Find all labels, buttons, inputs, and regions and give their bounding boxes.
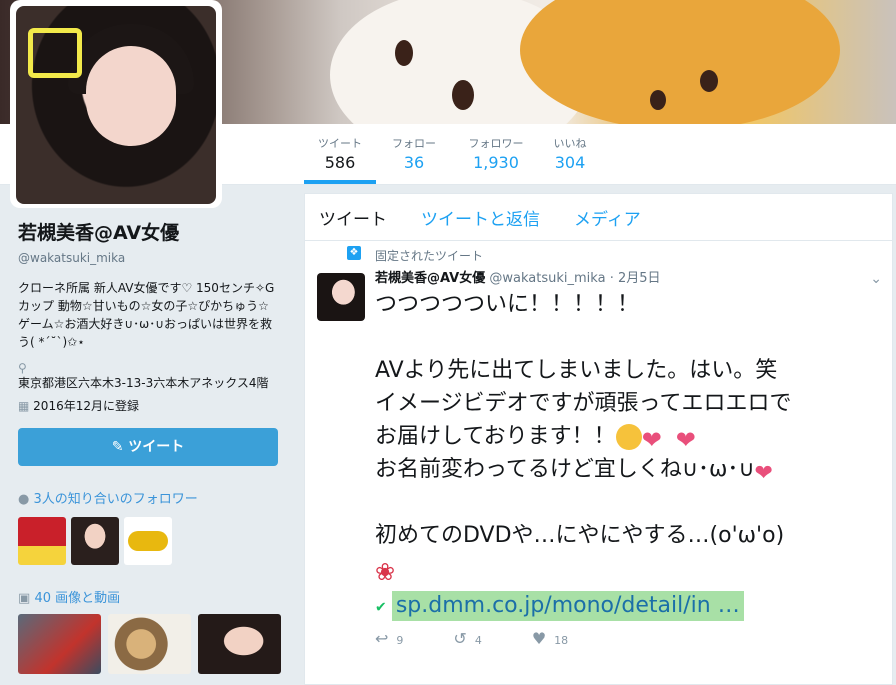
pinned-label: ❖ 固定されたツイート: [347, 241, 892, 264]
camera-icon: ▣: [18, 591, 31, 606]
joined-text: 2016年12月に登録: [33, 399, 139, 413]
profile-location: ⚲ 東京都港区六本木3-13-3六本木アネックス4階: [18, 361, 288, 391]
avatar-face: [86, 46, 176, 146]
media-thumbnail[interactable]: [18, 614, 101, 674]
heart-icon: ♥: [531, 629, 547, 648]
location-pin-icon: ⚲: [18, 361, 27, 375]
follower-avatar[interactable]: [18, 517, 66, 565]
banner-decor: [700, 70, 718, 92]
tweet-line: お届けしております！！: [375, 424, 616, 449]
person-icon: ●: [18, 492, 30, 507]
stat-likes[interactable]: いいね 304: [546, 124, 594, 184]
tweet-line: お名前変わってるけど宜しくね∪･ω･∪: [375, 457, 755, 482]
retweet-icon: ↺: [453, 629, 467, 648]
tweet-author[interactable]: 若槻美香@AV女優: [375, 271, 485, 286]
reply-count: 9: [396, 634, 404, 647]
media-heading[interactable]: ▣ 40 画像と動画: [18, 587, 288, 606]
tweet-line: 初めてのDVDや…にやにやする…(o'ω'o): [375, 523, 785, 548]
check-circle-icon: ✔: [375, 599, 387, 616]
avatar-image: [16, 6, 216, 204]
chevron-down-icon[interactable]: ⌄: [870, 271, 882, 287]
followers-you-know-list: [18, 517, 288, 565]
timeline: ツイート ツイートと返信 メディア ❖ 固定されたツイート ⌄ 若槻美香@AV女…: [304, 193, 893, 685]
tweet-line: AVより先に出てしまいました。はい。笑: [375, 358, 778, 383]
follower-avatar[interactable]: [124, 517, 172, 565]
tweet-separator: ·: [609, 271, 614, 286]
stat-label: フォロー: [392, 137, 436, 150]
tab-tweets[interactable]: ツイート: [319, 205, 387, 230]
reply-action[interactable]: ↩ 9: [375, 629, 403, 648]
profile-sidebar: 若槻美香@AV女優 @wakatsuki_mika クローネ所属 新人AV女優で…: [18, 218, 288, 674]
profile-name[interactable]: 若槻美香@AV女優: [18, 218, 288, 245]
pin-icon: ❖: [347, 246, 361, 260]
reply-icon: ↩: [375, 629, 389, 648]
stat-value: 304: [554, 153, 586, 172]
profile-bio: クローネ所属 新人AV女優です♡ 150センチ✧Gカップ 動物☆甘いもの☆女の子…: [18, 281, 275, 349]
heart-emoji-icon: ❤: [675, 426, 696, 454]
like-count: 18: [554, 634, 569, 647]
tab-tweets-and-replies[interactable]: ツイートと返信: [421, 205, 540, 230]
tweet-line: つつつつついに！！！！！: [375, 292, 640, 317]
stat-tweets[interactable]: ツイート 586: [304, 124, 376, 184]
blush-emoji-icon: [615, 424, 642, 450]
profile-avatar[interactable]: [10, 0, 222, 208]
tweet-avatar[interactable]: [317, 273, 365, 321]
compose-icon: ✎: [111, 439, 124, 455]
timeline-tabs: ツイート ツイートと返信 メディア: [305, 194, 892, 241]
dvd-logo: [128, 531, 168, 551]
ribbon-emoji-icon: ❀: [375, 558, 396, 586]
stat-followers[interactable]: フォロワー 1,930: [462, 124, 530, 184]
location-text: 東京都港区六本木3-13-3六本木アネックス4階: [18, 376, 269, 390]
banner-decor: [452, 80, 474, 110]
stat-value: 1,930: [473, 153, 519, 172]
stat-value: 586: [324, 153, 356, 172]
calendar-icon: ▦: [18, 399, 30, 413]
banner-decor: [650, 90, 666, 110]
pinned-tweet[interactable]: ❖ 固定されたツイート ⌄ 若槻美香@AV女優 @wakatsuki_mika …: [305, 241, 892, 648]
media-thumbnail[interactable]: [108, 614, 191, 674]
banner-decor: [395, 40, 413, 66]
retweet-action[interactable]: ↺ 4: [453, 629, 481, 648]
heart-emoji-icon: ❤: [754, 461, 773, 486]
stat-label: いいね: [553, 137, 587, 150]
tweet-handle[interactable]: @wakatsuki_mika: [489, 271, 605, 286]
stat-label: フォロワー: [468, 137, 524, 150]
stat-label: ツイート: [318, 137, 362, 150]
followers-you-know-label: 3人の知り合いのフォロワー: [33, 492, 198, 507]
stat-following[interactable]: フォロー 36: [384, 124, 444, 184]
followers-you-know-heading[interactable]: ● 3人の知り合いのフォロワー: [18, 488, 288, 507]
heart-emoji-icon: ❤: [641, 426, 662, 454]
stat-value: 36: [403, 153, 425, 172]
media-count-label: 40 画像と動画: [34, 591, 121, 606]
tab-media[interactable]: メディア: [574, 205, 641, 230]
tweet-link-row: ✔ sp.dmm.co.jp/mono/detail/in …: [375, 591, 892, 621]
profile-joined: ▦ 2016年12月に登録: [18, 399, 288, 414]
avatar-clip: [28, 28, 82, 78]
tweet-button[interactable]: ✎ ツイート: [18, 428, 278, 466]
tweet-text: つつつつついに！！！！！ AVより先に出てしまいました。はい。笑 イメージビデオ…: [375, 288, 880, 586]
tweet-button-label: ツイート: [128, 439, 185, 455]
tweet-link[interactable]: sp.dmm.co.jp/mono/detail/in …: [391, 591, 744, 621]
retweet-count: 4: [474, 634, 482, 647]
pinned-text: 固定されたツイート: [375, 249, 484, 263]
media-thumbnails: [18, 614, 288, 674]
profile-handle[interactable]: @wakatsuki_mika: [18, 251, 288, 265]
like-action[interactable]: ♥ 18: [532, 629, 568, 648]
banner-decor: [520, 0, 840, 124]
tweet-actions: ↩ 9 ↺ 4 ♥ 18: [375, 629, 892, 648]
tweet-line: イメージビデオですが頑張ってエロエロで: [375, 391, 792, 416]
tweet-date[interactable]: 2月5日: [618, 271, 661, 286]
media-thumbnail[interactable]: [198, 614, 281, 674]
tweet-header: 若槻美香@AV女優 @wakatsuki_mika · 2月5日: [375, 267, 892, 286]
follower-avatar[interactable]: [71, 517, 119, 565]
